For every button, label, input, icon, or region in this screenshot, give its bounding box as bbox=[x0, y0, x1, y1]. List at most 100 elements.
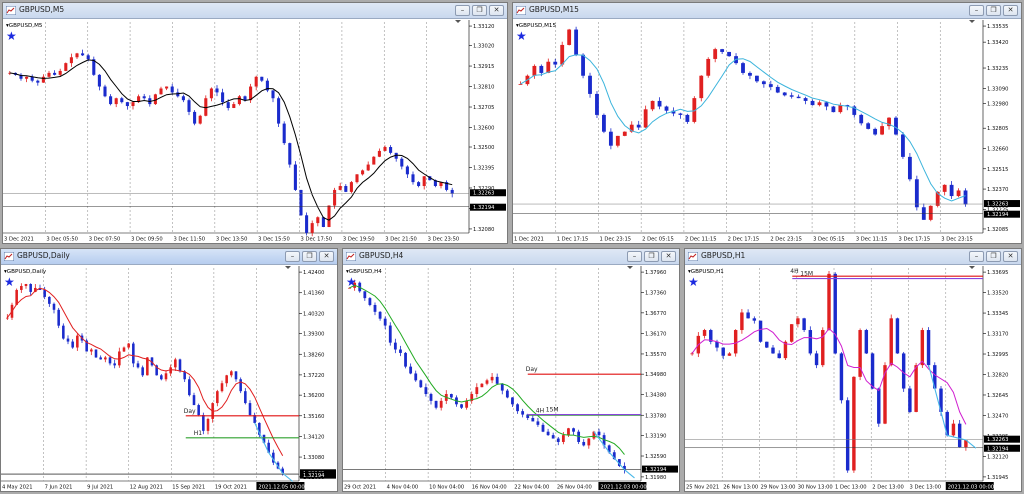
candle-body bbox=[877, 388, 881, 424]
price-chart-daily[interactable]: 1.42400 1.41360 1.40320 1.39300 1.38260 1.372… bbox=[1, 266, 337, 491]
candle-body bbox=[720, 49, 725, 52]
time-label: 3 Dec 11:50 bbox=[173, 237, 205, 243]
candle-body bbox=[187, 100, 191, 112]
restore-button[interactable]: ❐ bbox=[302, 251, 317, 262]
candle-body bbox=[643, 109, 648, 128]
time-label: 3 Dec 11:15 bbox=[856, 237, 888, 243]
candle-body bbox=[206, 418, 210, 431]
candle-body bbox=[782, 92, 787, 96]
candle-body bbox=[422, 176, 426, 187]
close-button[interactable]: ✕ bbox=[661, 251, 676, 262]
price-label: 1.33120 bbox=[473, 24, 494, 30]
star-icon: ★ bbox=[4, 275, 15, 289]
time-label: 30 Nov 13:00 bbox=[798, 485, 833, 491]
candle-body bbox=[465, 400, 469, 408]
price-label: 1.34980 bbox=[645, 372, 666, 378]
candle-body bbox=[824, 102, 829, 107]
candle-body bbox=[814, 353, 819, 366]
candle-body bbox=[796, 318, 800, 325]
candle-body bbox=[803, 98, 808, 101]
candle-body bbox=[221, 92, 225, 103]
chart-window-h1[interactable]: GBPUSD,H1 – ❐ ✕ 1.33695 1.33520 1.33345 1.3… bbox=[684, 248, 1022, 492]
price-label: 1.33345 bbox=[987, 311, 1008, 317]
candle-body bbox=[894, 117, 898, 135]
candle-body bbox=[164, 373, 168, 380]
candle-body bbox=[956, 190, 961, 197]
candle-body bbox=[685, 114, 690, 122]
window-titlebar[interactable]: GBPUSD,M15 – ❐ ✕ bbox=[513, 3, 1021, 19]
candle-body bbox=[327, 205, 331, 227]
price-chart-h1[interactable]: 1.33695 1.33520 1.33345 1.33170 1.32995 1.328… bbox=[685, 266, 1021, 491]
price-label: 1.34120 bbox=[303, 434, 324, 440]
candle-body bbox=[125, 102, 129, 107]
candle-body bbox=[657, 100, 662, 107]
candle-body bbox=[43, 289, 46, 297]
restore-button[interactable]: ❐ bbox=[986, 5, 1001, 16]
chart-window-daily[interactable]: GBPUSD,Daily – ❐ ✕ 1.42400 1.41360 1.40320… bbox=[0, 248, 338, 492]
candle-body bbox=[926, 330, 931, 366]
candle-body bbox=[202, 414, 205, 431]
chart-window-icon bbox=[4, 252, 14, 261]
candle-body bbox=[434, 400, 438, 408]
minimize-button[interactable]: – bbox=[627, 251, 642, 262]
time-label: 3 Dec 21:50 bbox=[385, 237, 417, 243]
close-button[interactable]: ✕ bbox=[1003, 5, 1018, 16]
chart-window-h4[interactable]: GBPUSD,H4 – ❐ ✕ 1.37960 1.37360 1.36770 1.3… bbox=[342, 248, 680, 492]
price-chart-h4[interactable]: 1.37960 1.37360 1.36770 1.36170 1.35570 1.349… bbox=[343, 266, 679, 491]
candle-body bbox=[76, 335, 79, 348]
candle-body bbox=[363, 291, 367, 299]
restore-button[interactable]: ❐ bbox=[644, 251, 659, 262]
ask-price-label: 1.32194 bbox=[987, 446, 1009, 452]
window-titlebar[interactable]: GBPUSD,H4 – ❐ ✕ bbox=[343, 249, 679, 265]
time-label: 26 Nov 13:00 bbox=[723, 485, 758, 491]
ask-price-label: 1.32194 bbox=[303, 473, 325, 479]
time-label: 3 Dec 17:50 bbox=[301, 237, 333, 243]
minimize-button[interactable]: – bbox=[455, 5, 470, 16]
minimize-button[interactable]: – bbox=[969, 5, 984, 16]
time-label: 19 Oct 2021 bbox=[215, 485, 247, 491]
candle-body bbox=[383, 318, 387, 326]
candle-body bbox=[556, 438, 560, 442]
chart-window-m5[interactable]: GBPUSD,M5 – ❐ ✕ 1.33120 1.33020 1.32915 1.3… bbox=[2, 2, 508, 244]
candle-body bbox=[838, 105, 843, 113]
time-label: 3 Dec 2021 bbox=[4, 237, 34, 243]
price-label: 1.33695 bbox=[987, 270, 1008, 276]
close-button[interactable]: ✕ bbox=[319, 251, 334, 262]
candle-body bbox=[366, 164, 370, 171]
candle-body bbox=[727, 353, 732, 356]
candle-body bbox=[789, 324, 794, 342]
candle-body bbox=[373, 304, 377, 312]
close-button[interactable]: ✕ bbox=[489, 5, 504, 16]
price-chart-m5[interactable]: 1.33120 1.33020 1.32915 1.32810 1.32705 1.326… bbox=[3, 20, 507, 243]
restore-button[interactable]: ❐ bbox=[472, 5, 487, 16]
minimize-button[interactable]: – bbox=[969, 251, 984, 262]
candle-body bbox=[914, 365, 918, 412]
candle-body bbox=[411, 174, 415, 183]
candle-body bbox=[546, 61, 551, 73]
candle-body bbox=[572, 428, 575, 432]
window-titlebar[interactable]: GBPUSD,Daily – ❐ ✕ bbox=[1, 249, 337, 265]
candle-body bbox=[288, 143, 292, 165]
candle-body bbox=[388, 325, 392, 343]
price-label: 1.33170 bbox=[987, 332, 1008, 338]
candle-body bbox=[254, 76, 258, 87]
candle-body bbox=[109, 96, 113, 105]
price-chart-m15[interactable]: 1.33535 1.33420 1.33235 1.33090 1.32980 1.328… bbox=[513, 20, 1021, 243]
window-titlebar[interactable]: GBPUSD,H1 – ❐ ✕ bbox=[685, 249, 1021, 265]
candle-body bbox=[419, 380, 423, 388]
candle-body bbox=[808, 330, 813, 354]
candle-body bbox=[271, 90, 275, 99]
candle-body bbox=[475, 387, 479, 395]
candle-body bbox=[480, 383, 484, 388]
time-label: 1 Dec 13:00 bbox=[835, 485, 867, 491]
window-titlebar[interactable]: GBPUSD,M5 – ❐ ✕ bbox=[3, 3, 507, 19]
restore-button[interactable]: ❐ bbox=[986, 251, 1001, 262]
minimize-button[interactable]: – bbox=[285, 251, 300, 262]
candle-body bbox=[796, 96, 801, 99]
time-label: 2 Dec 11:15 bbox=[685, 237, 717, 243]
candle-body bbox=[159, 88, 163, 95]
chart-window-m15[interactable]: GBPUSD,M15 – ❐ ✕ 1.33535 1.33420 1.33235 1.… bbox=[512, 2, 1022, 244]
candle-body bbox=[97, 74, 101, 87]
close-button[interactable]: ✕ bbox=[1003, 251, 1018, 262]
candle-body bbox=[810, 100, 815, 106]
